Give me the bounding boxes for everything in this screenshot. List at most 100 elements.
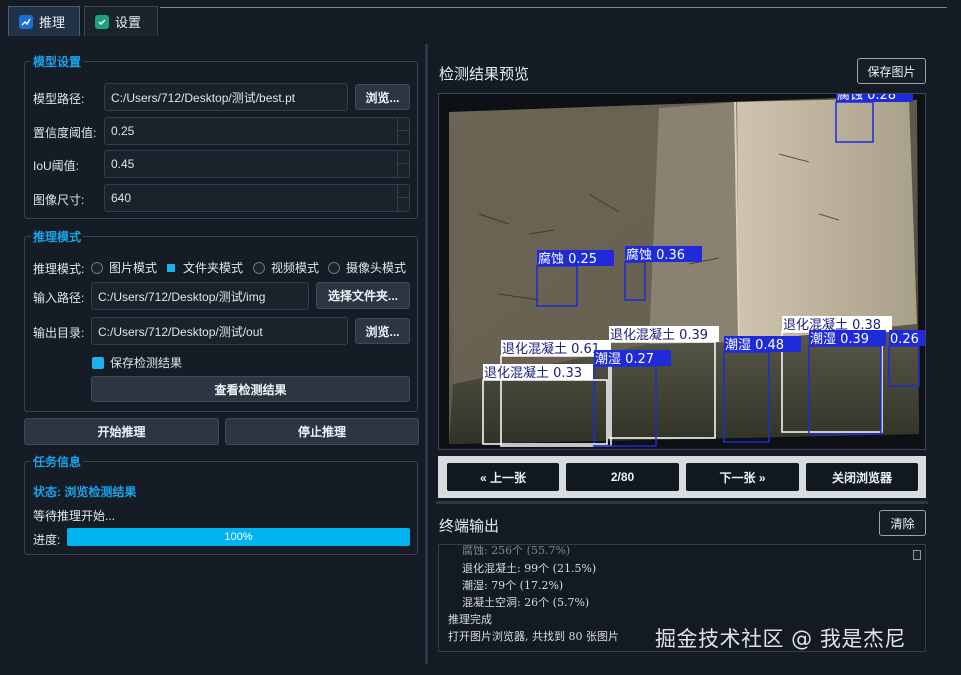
detection-label: 腐蚀 0.25 (538, 252, 597, 267)
detection-label: 潮湿 0.27 (595, 352, 654, 367)
progress-track: 100% (67, 528, 410, 546)
detection-box-rect (888, 345, 920, 387)
progress-text: 100% (224, 531, 253, 543)
progress-bar: 100% (67, 528, 410, 546)
section-splitter[interactable] (436, 501, 928, 504)
image-navigation-bar: « 上一张 2/80 下一张 » 关闭浏览器 (438, 456, 926, 498)
detection-box: 腐蚀 0.25 (536, 250, 614, 307)
chart-icon (19, 14, 33, 29)
conf-label: 置信度阈值: (33, 126, 97, 140)
radio-indicator-selected (167, 263, 175, 272)
detection-preview: 腐蚀 0.28 腐蚀 0.25 腐蚀 0.36 退化混凝土 0.39 退化混凝土 0.3… (438, 93, 926, 450)
detection-box: 退化混凝土 0.39 (608, 326, 719, 439)
radio-image-mode-label: 图片模式 (109, 261, 158, 275)
output-browse-button[interactable]: 浏览... (355, 318, 410, 344)
detection-box: 潮湿 0.27 (593, 350, 671, 447)
radio-video-mode[interactable]: 视频模式 (253, 259, 319, 276)
terminal-line: 混凝土空洞: 26个 (5.7%) (448, 596, 590, 609)
detection-box-rect (593, 365, 657, 447)
terminal-line: 腐蚀: 256个 (55.7%) (448, 544, 571, 557)
panel-splitter[interactable] (425, 44, 428, 664)
iou-stepper[interactable] (397, 151, 409, 177)
tab-settings-label: 设置 (115, 15, 142, 30)
imgsz-label: 图像尺寸: (33, 193, 85, 207)
choose-folder-button[interactable]: 选择文件夹... (316, 282, 410, 309)
prev-image-button[interactable]: « 上一张 (447, 463, 559, 491)
tab-bar-divider (160, 7, 947, 8)
terminal-line: 退化混凝土: 99个 (21.5%) (448, 562, 597, 575)
detection-label: 退化混凝土 0.33 (484, 365, 582, 381)
conf-spinbox[interactable]: 0.25 (104, 117, 410, 145)
view-results-button[interactable]: 查看检测结果 (91, 376, 410, 402)
detection-box: 潮湿 0.48 (723, 336, 801, 443)
radio-camera-mode[interactable]: 摄像头模式 (328, 259, 406, 276)
tab-bar: 推理 设置 (0, 0, 961, 36)
model-path-field[interactable]: C:/Users/712/Desktop/测试/best.pt (104, 83, 348, 111)
detection-label: 0.26 (890, 332, 919, 347)
detection-box: 腐蚀 0.28 (835, 94, 913, 143)
detection-label: 潮湿 0.39 (810, 332, 869, 347)
model-path-label: 模型路径: (33, 92, 85, 106)
radio-folder-mode-label: 文件夹模式 (183, 261, 244, 275)
detection-label: 腐蚀 0.28 (837, 94, 896, 103)
mode-label: 推理模式: (33, 262, 85, 276)
terminal-scrollbar[interactable] (913, 550, 921, 560)
stop-inference-button[interactable]: 停止推理 (225, 418, 419, 445)
save-results-label: 保存检测结果 (110, 356, 183, 370)
imgsz-stepper[interactable] (397, 185, 409, 211)
detection-box-rect (624, 261, 646, 301)
detection-box: 腐蚀 0.36 (624, 246, 702, 301)
radio-folder-mode[interactable]: 文件夹模式 (165, 259, 243, 276)
input-path-field[interactable]: C:/Users/712/Desktop/测试/img (91, 282, 309, 310)
detection-box: 潮湿 0.39 (808, 330, 886, 435)
radio-video-mode-label: 视频模式 (271, 261, 320, 275)
checkbox-checked-indicator (92, 356, 104, 369)
terminal-line: 推理完成 (448, 613, 492, 626)
input-path-label: 输入路径: (33, 291, 85, 305)
detection-box-rect (835, 101, 874, 143)
detection-label: 潮湿 0.48 (725, 338, 784, 353)
next-image-button[interactable]: 下一张 » (686, 463, 799, 491)
save-image-button[interactable]: 保存图片 (857, 58, 926, 84)
conf-stepper[interactable] (397, 118, 409, 144)
status-text: 状态: 浏览检测结果 (33, 485, 137, 499)
model-browse-button[interactable]: 浏览... (355, 84, 410, 110)
terminal-line: 潮湿: 79个 (17.2%) (448, 579, 564, 592)
tab-inference[interactable]: 推理 (8, 6, 80, 36)
imgsz-spinbox[interactable]: 640 (104, 184, 410, 212)
detection-box-rect (536, 265, 578, 307)
task-info-title: 任务信息 (31, 453, 84, 470)
detection-label: 退化混凝土 0.61 (502, 341, 600, 357)
watermark: 掘金技术社区 @ 我是杰尼 (655, 627, 906, 651)
check-icon (95, 14, 109, 29)
detection-box-rect (723, 351, 770, 443)
output-dir-field[interactable]: C:/Users/712/Desktop/测试/out (91, 317, 348, 345)
inference-mode-title: 推理模式 (31, 228, 84, 245)
progress-label: 进度: (33, 533, 61, 547)
iou-value: 0.45 (111, 157, 135, 171)
iou-label: IoU阈值: (33, 159, 80, 173)
output-dir-label: 输出目录: (33, 326, 85, 340)
save-results-checkbox[interactable]: 保存检测结果 (92, 354, 182, 371)
page-indicator: 2/80 (566, 463, 679, 491)
terminal-title: 终端输出 (439, 518, 500, 535)
terminal-line: 打开图片浏览器, 共找到 80 张图片 (448, 630, 619, 643)
imgsz-value: 640 (111, 191, 132, 205)
model-settings-title: 模型设置 (31, 53, 84, 70)
iou-spinbox[interactable]: 0.45 (104, 150, 410, 178)
detection-overlay: 腐蚀 0.28 腐蚀 0.25 腐蚀 0.36 退化混凝土 0.39 退化混凝土 0.3… (482, 94, 925, 447)
status-message: 等待推理开始... (33, 509, 116, 523)
radio-image-mode[interactable]: 图片模式 (91, 259, 157, 276)
tab-inference-label: 推理 (39, 15, 66, 30)
preview-title: 检测结果预览 (439, 66, 530, 83)
detection-box: 0.26 (888, 330, 925, 387)
radio-indicator (328, 261, 340, 274)
radio-indicator (91, 261, 103, 274)
tab-settings[interactable]: 设置 (84, 6, 158, 36)
clear-terminal-button[interactable]: 清除 (879, 510, 926, 536)
detection-box-rect (808, 345, 882, 435)
close-browser-button[interactable]: 关闭浏览器 (806, 463, 918, 491)
radio-camera-mode-label: 摄像头模式 (346, 261, 407, 275)
start-inference-button[interactable]: 开始推理 (24, 418, 219, 445)
detection-label: 退化混凝土 0.39 (610, 327, 708, 343)
